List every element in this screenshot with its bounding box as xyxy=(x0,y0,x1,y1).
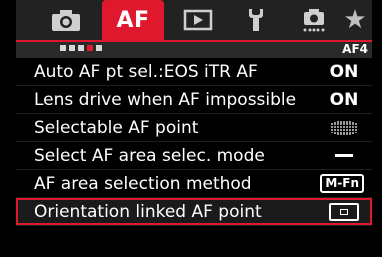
tab-af[interactable]: AF xyxy=(102,0,164,40)
page-indicator-row: AF4 xyxy=(16,40,372,58)
m-fn-badge: M-Fn xyxy=(320,174,364,193)
wrench-icon xyxy=(249,9,263,31)
page-dot xyxy=(69,45,75,51)
menu-item-select-af-area-mode[interactable]: Select AF area selec. mode xyxy=(16,142,372,170)
menu-item-label: Orientation linked AF point xyxy=(34,201,262,222)
menu-item-af-area-selection-method[interactable]: AF area selection method M-Fn xyxy=(16,170,372,198)
menu-item-value xyxy=(324,198,364,225)
custom-function-icon xyxy=(303,9,325,32)
tab-shooting[interactable] xyxy=(44,0,88,40)
tab-my-menu[interactable]: ★ xyxy=(338,0,372,40)
tab-custom-functions[interactable] xyxy=(292,0,336,40)
page-dot xyxy=(78,45,84,51)
play-icon xyxy=(183,9,213,31)
menu-screen: AF ★ AF4 Auto AF pt sel.:EOS iTR AF ON L… xyxy=(0,0,382,257)
menu-item-lens-drive[interactable]: Lens drive when AF impossible ON xyxy=(16,86,372,114)
menu-item-value: M-Fn xyxy=(320,170,364,197)
page-code: AF4 xyxy=(342,42,368,56)
tab-af-label: AF xyxy=(116,7,150,33)
camera-icon xyxy=(52,10,80,31)
menu-item-label: Lens drive when AF impossible xyxy=(34,89,297,110)
af-point-grid-icon xyxy=(331,120,357,135)
menu-item-label: AF area selection method xyxy=(34,173,252,194)
menu-item-auto-af-pt-sel[interactable]: Auto AF pt sel.:EOS iTR AF ON xyxy=(16,58,372,86)
star-icon: ★ xyxy=(343,5,367,35)
page-dot xyxy=(96,45,102,51)
page-dot xyxy=(60,45,66,51)
af-frame-icon xyxy=(329,202,359,221)
menu-item-value: ON xyxy=(329,89,359,110)
menu-item-label: Select AF area selec. mode xyxy=(34,145,265,166)
tab-bar: AF ★ xyxy=(16,0,372,40)
tab-playback[interactable] xyxy=(176,0,220,40)
menu-item-value xyxy=(324,142,364,169)
menu-list: Auto AF pt sel.:EOS iTR AF ON Lens drive… xyxy=(16,58,372,226)
menu-item-label: Auto AF pt sel.:EOS iTR AF xyxy=(34,61,258,82)
menu-item-selectable-af-point[interactable]: Selectable AF point xyxy=(16,114,372,142)
page-dots xyxy=(60,45,102,51)
menu-item-label: Selectable AF point xyxy=(34,117,199,138)
menu-item-value: ON xyxy=(329,61,359,82)
tab-setup[interactable] xyxy=(234,0,278,40)
menu-item-orientation-linked-af-point[interactable]: Orientation linked AF point xyxy=(16,198,372,226)
menu-item-value xyxy=(324,114,364,141)
dash-icon xyxy=(335,154,353,157)
page-dot-current xyxy=(87,45,93,51)
